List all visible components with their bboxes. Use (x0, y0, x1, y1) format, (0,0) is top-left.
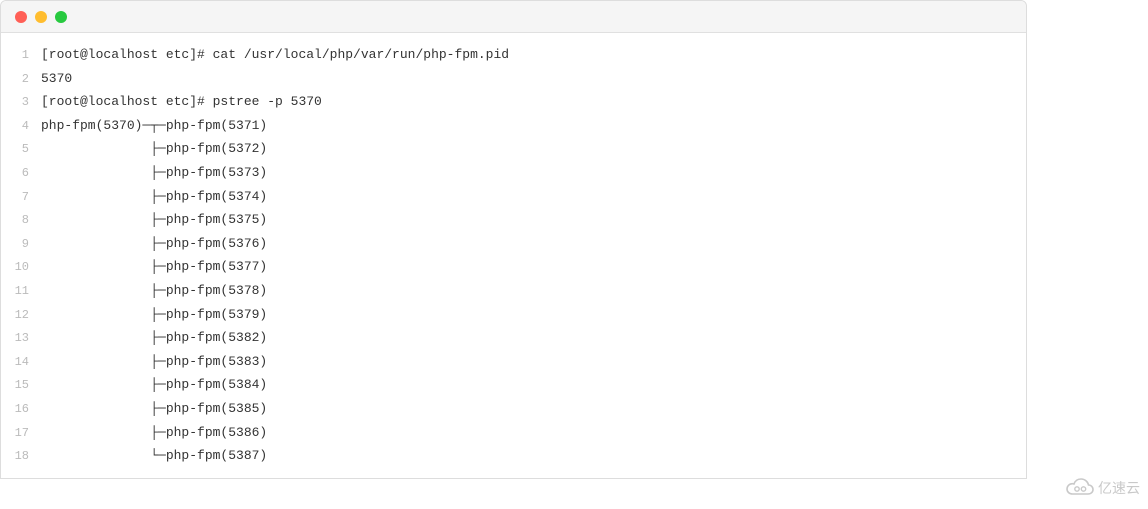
line-content: ├─php-fpm(5374) (41, 185, 267, 208)
line-number: 10 (1, 257, 41, 279)
code-line: 7 ├─php-fpm(5374) (1, 185, 1026, 209)
line-content: ├─php-fpm(5383) (41, 350, 267, 373)
line-number: 5 (1, 139, 41, 161)
line-number: 8 (1, 210, 41, 232)
code-line: 13 ├─php-fpm(5382) (1, 326, 1026, 350)
code-line: 6 ├─php-fpm(5373) (1, 161, 1026, 185)
line-content: ├─php-fpm(5386) (41, 421, 267, 444)
code-line: 14 ├─php-fpm(5383) (1, 350, 1026, 374)
line-content: ├─php-fpm(5377) (41, 255, 267, 278)
line-content: ├─php-fpm(5376) (41, 232, 267, 255)
line-content: ├─php-fpm(5382) (41, 326, 267, 349)
line-number: 17 (1, 423, 41, 445)
code-line: 18 └─php-fpm(5387) (1, 444, 1026, 468)
line-number: 16 (1, 399, 41, 421)
maximize-icon[interactable] (55, 11, 67, 23)
titlebar (1, 1, 1026, 33)
watermark: 亿速云 (1066, 476, 1140, 501)
line-content: ├─php-fpm(5378) (41, 279, 267, 302)
watermark-text: 亿速云 (1098, 476, 1140, 501)
line-number: 6 (1, 163, 41, 185)
line-number: 7 (1, 187, 41, 209)
line-number: 15 (1, 375, 41, 397)
line-number: 2 (1, 69, 41, 91)
line-number: 9 (1, 234, 41, 256)
code-line: 1[root@localhost etc]# cat /usr/local/ph… (1, 43, 1026, 67)
line-content: [root@localhost etc]# cat /usr/local/php… (41, 43, 509, 66)
code-line: 10 ├─php-fpm(5377) (1, 255, 1026, 279)
code-line: 11 ├─php-fpm(5378) (1, 279, 1026, 303)
line-number: 13 (1, 328, 41, 350)
line-number: 18 (1, 446, 41, 468)
code-line: 17 ├─php-fpm(5386) (1, 421, 1026, 445)
line-content: 5370 (41, 67, 72, 90)
code-line: 12 ├─php-fpm(5379) (1, 303, 1026, 327)
code-line: 25370 (1, 67, 1026, 91)
line-content: ├─php-fpm(5385) (41, 397, 267, 420)
code-line: 15 ├─php-fpm(5384) (1, 373, 1026, 397)
code-line: 5 ├─php-fpm(5372) (1, 137, 1026, 161)
code-line: 3[root@localhost etc]# pstree -p 5370 (1, 90, 1026, 114)
code-area: 1[root@localhost etc]# cat /usr/local/ph… (1, 33, 1026, 478)
line-number: 14 (1, 352, 41, 374)
terminal-window: 1[root@localhost etc]# cat /usr/local/ph… (0, 0, 1027, 479)
code-line: 4php-fpm(5370)─┬─php-fpm(5371) (1, 114, 1026, 138)
line-number: 11 (1, 281, 41, 303)
line-content: ├─php-fpm(5379) (41, 303, 267, 326)
line-content: ├─php-fpm(5373) (41, 161, 267, 184)
code-line: 16 ├─php-fpm(5385) (1, 397, 1026, 421)
line-content: php-fpm(5370)─┬─php-fpm(5371) (41, 114, 267, 137)
code-line: 8 ├─php-fpm(5375) (1, 208, 1026, 232)
minimize-icon[interactable] (35, 11, 47, 23)
line-content: ├─php-fpm(5375) (41, 208, 267, 231)
line-number: 3 (1, 92, 41, 114)
cloud-icon (1066, 478, 1094, 498)
line-number: 12 (1, 305, 41, 327)
close-icon[interactable] (15, 11, 27, 23)
line-content: └─php-fpm(5387) (41, 444, 267, 467)
line-number: 1 (1, 45, 41, 67)
line-number: 4 (1, 116, 41, 138)
line-content: ├─php-fpm(5384) (41, 373, 267, 396)
code-line: 9 ├─php-fpm(5376) (1, 232, 1026, 256)
line-content: ├─php-fpm(5372) (41, 137, 267, 160)
line-content: [root@localhost etc]# pstree -p 5370 (41, 90, 322, 113)
